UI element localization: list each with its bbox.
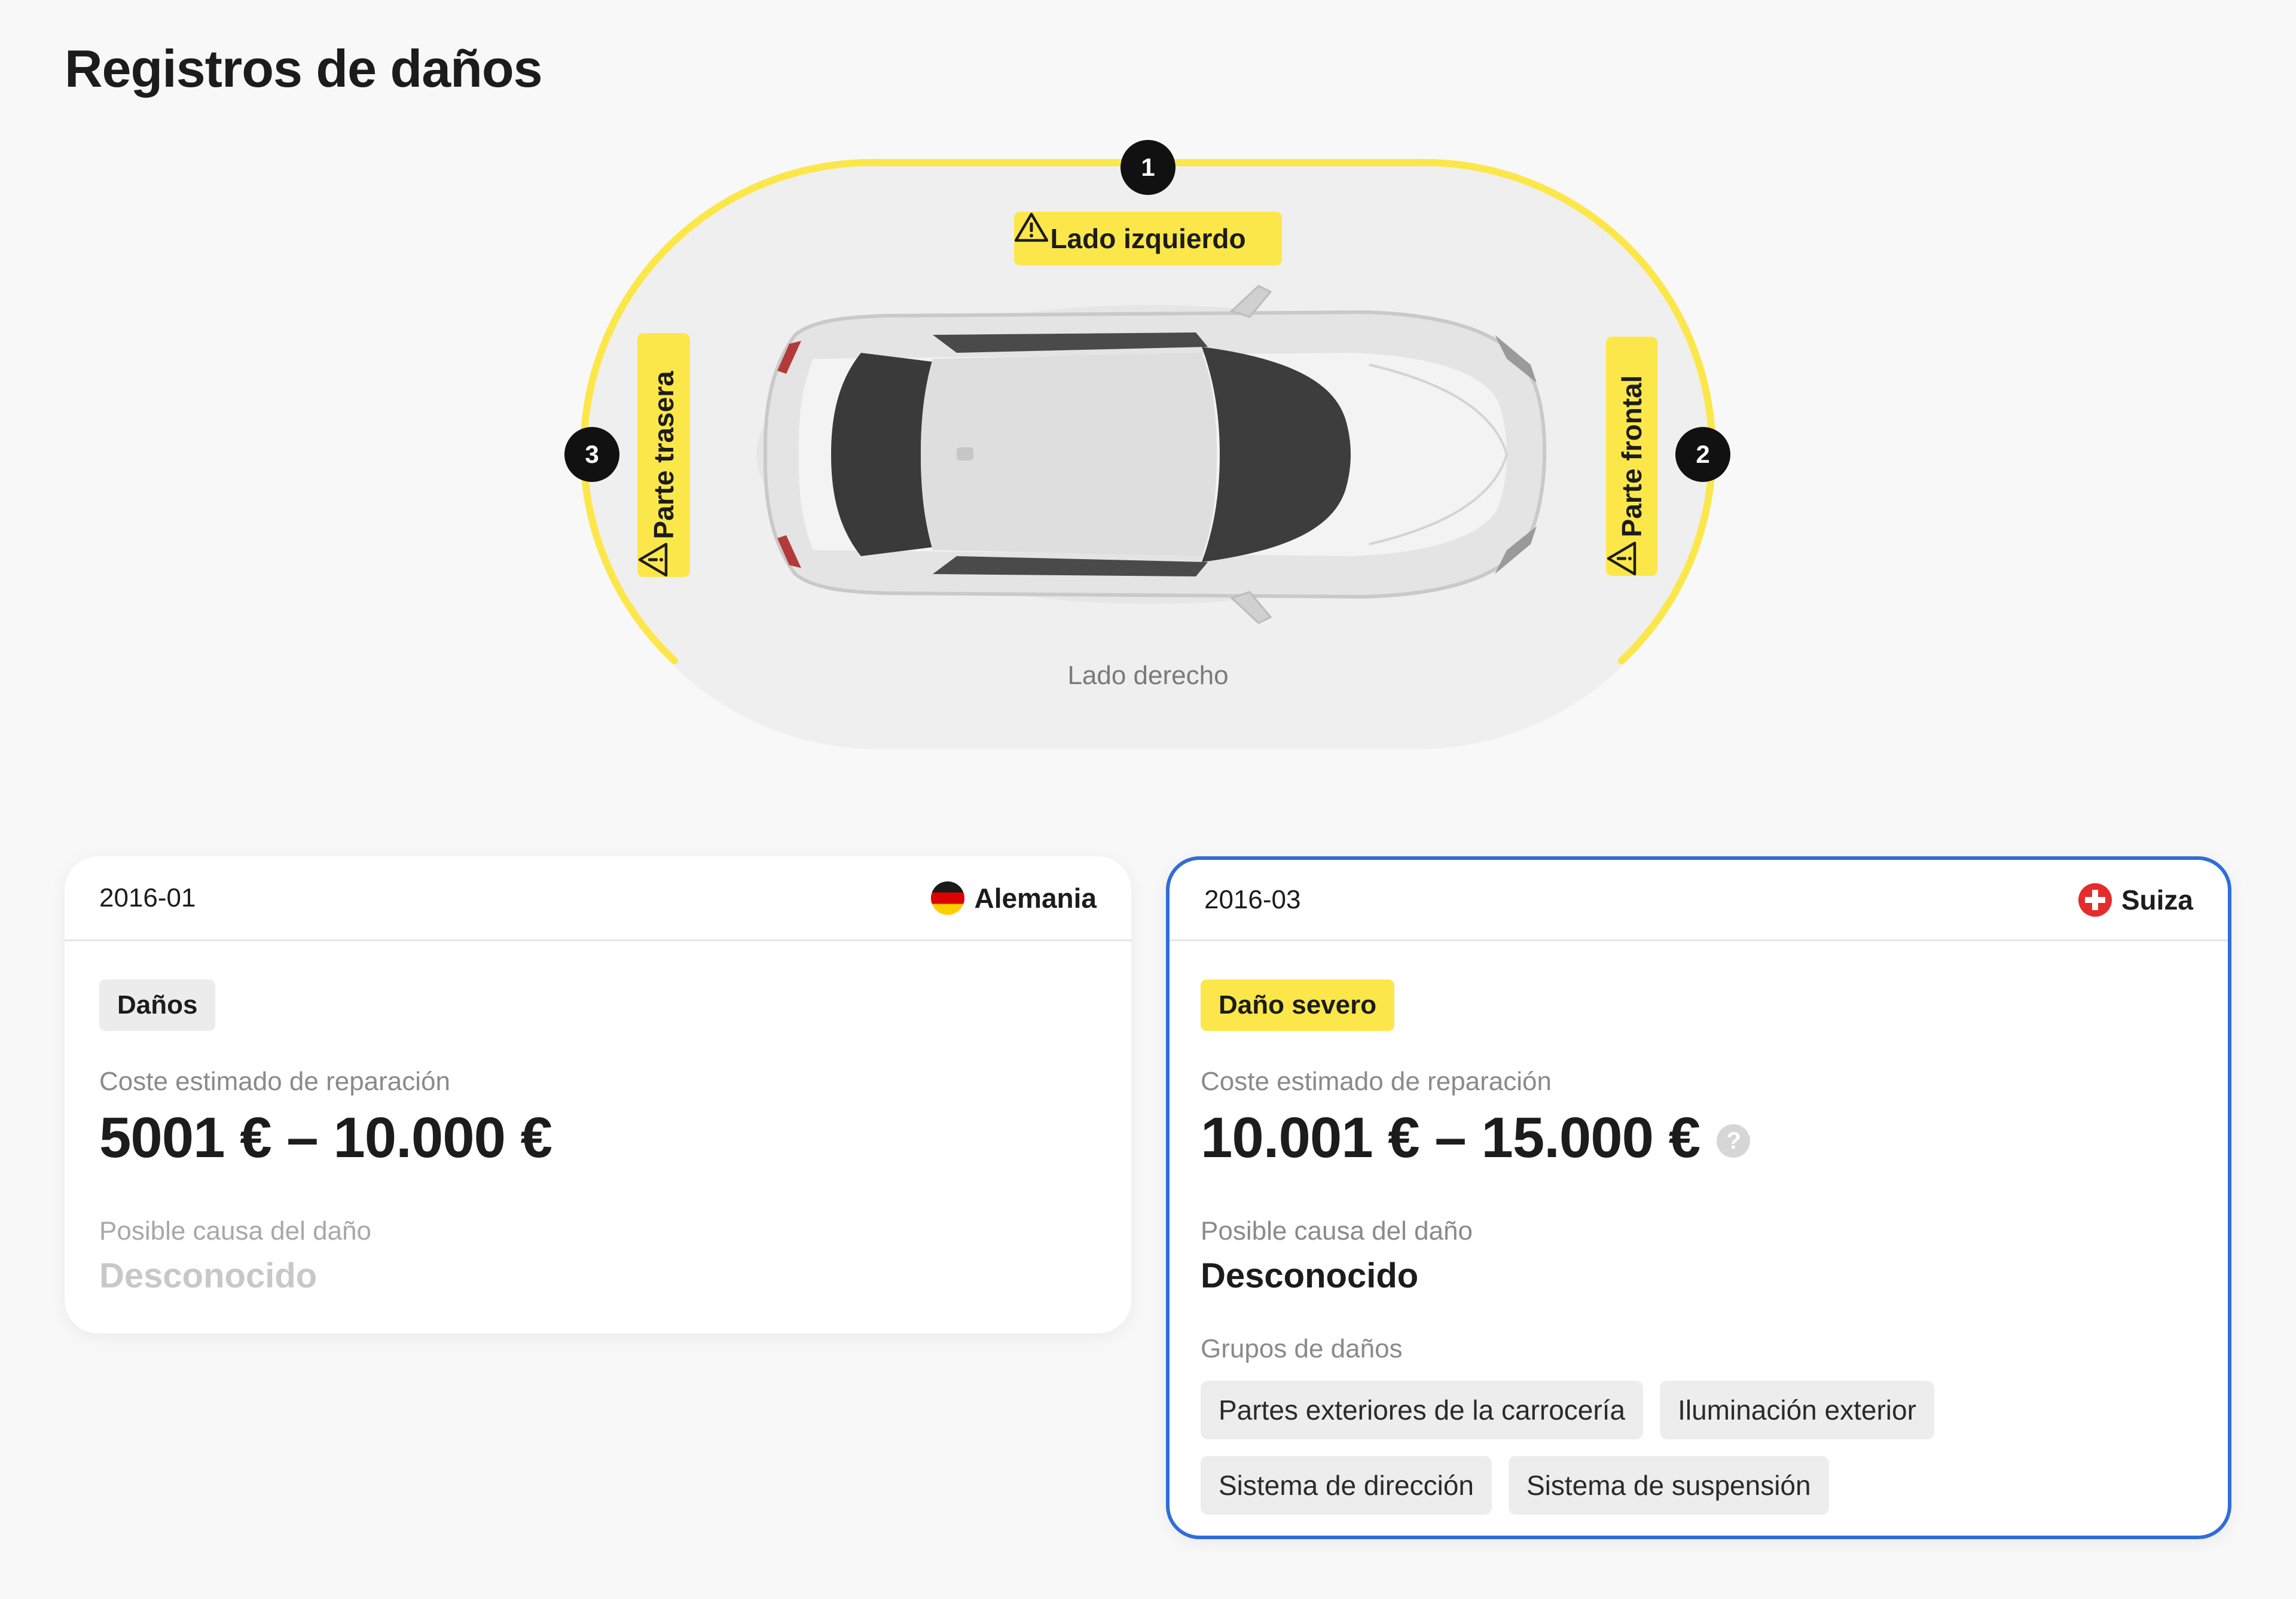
zone-marker-1-number: 1 — [1141, 153, 1155, 181]
germany-flag-icon — [931, 881, 965, 915]
cause-label: Posible causa del daño — [99, 1216, 371, 1246]
warning-icon — [1014, 212, 1049, 242]
zone-label-front[interactable]: Parte frontal — [1606, 337, 1657, 576]
zone-label-rear[interactable]: Parte trasera — [637, 333, 690, 577]
damage-group-chip[interactable]: Iluminación exterior — [1660, 1381, 1934, 1439]
zone-label-left-side-text: Lado izquierdo — [1050, 223, 1246, 254]
zone-marker-2[interactable]: 2 — [1675, 427, 1730, 482]
cost-label: Coste estimado de reparación — [99, 1067, 450, 1096]
damage-group-chip[interactable]: Partes exteriores de la carrocería — [1201, 1381, 1644, 1439]
cost-label: Coste estimado de reparación — [1201, 1067, 1552, 1096]
cause-value: Desconocido — [99, 1256, 317, 1295]
card-body: Daño severo Coste estimado de reparación… — [1170, 941, 2228, 1515]
cost-value: 10.001 € – 15.000 € ? — [1201, 1105, 2193, 1171]
cause-label: Posible causa del daño — [1201, 1216, 1473, 1246]
damage-groups: Partes exteriores de la carrocería Ilumi… — [1201, 1381, 1978, 1515]
record-country-name: Alemania — [974, 882, 1097, 914]
help-icon[interactable]: ? — [1717, 1124, 1751, 1158]
zone-label-right-side[interactable]: Lado derecho — [969, 661, 1327, 691]
cause-value: Desconocido — [1201, 1256, 1419, 1295]
cost-value-text: 5001 € – 10.000 € — [99, 1106, 552, 1170]
card-header: 2016-01 Alemania — [65, 856, 1131, 941]
cost-value-text: 10.001 € – 15.000 € — [1201, 1106, 1700, 1170]
record-country: Alemania — [931, 881, 1097, 915]
zone-marker-3[interactable]: 3 — [564, 427, 619, 482]
damage-record-card-selected[interactable]: 2016-03 Suiza Daño severo Coste estimado… — [1166, 856, 2231, 1539]
damage-record-card[interactable]: 2016-01 Alemania Daños Coste estimado de… — [65, 856, 1131, 1333]
zone-label-left-side[interactable]: Lado izquierdo — [1014, 212, 1282, 266]
damage-groups-label: Grupos de daños — [1201, 1334, 1403, 1363]
damage-group-chip[interactable]: Sistema de dirección — [1201, 1456, 1492, 1515]
record-country: Suiza — [2078, 883, 2193, 917]
zone-label-front-text: Parte frontal — [1616, 375, 1647, 538]
car-damage-diagram: 1 2 3 Lado izquierdo Parte trasera Parte… — [0, 0, 2296, 777]
record-date: 2016-01 — [99, 883, 196, 913]
zone-marker-2-number: 2 — [1696, 440, 1710, 468]
zone-marker-3-number: 3 — [585, 440, 599, 468]
warning-icon — [1607, 541, 1636, 576]
severity-badge: Daño severo — [1201, 979, 1395, 1031]
cost-value: 5001 € – 10.000 € — [99, 1105, 1097, 1171]
card-body: Daños Coste estimado de reparación 5001 … — [65, 941, 1131, 1296]
car-top-view — [756, 285, 1547, 624]
card-header: 2016-03 Suiza — [1170, 860, 2228, 941]
severity-badge: Daños — [99, 979, 216, 1031]
switzerland-flag-icon — [2078, 883, 2112, 917]
damage-group-chip[interactable]: Sistema de suspensión — [1508, 1456, 1829, 1515]
warning-icon — [638, 542, 668, 577]
record-country-name: Suiza — [2121, 884, 2193, 916]
record-date: 2016-03 — [1204, 884, 1301, 914]
zone-label-rear-text: Parte trasera — [648, 371, 679, 539]
zone-marker-1[interactable]: 1 — [1120, 140, 1176, 195]
